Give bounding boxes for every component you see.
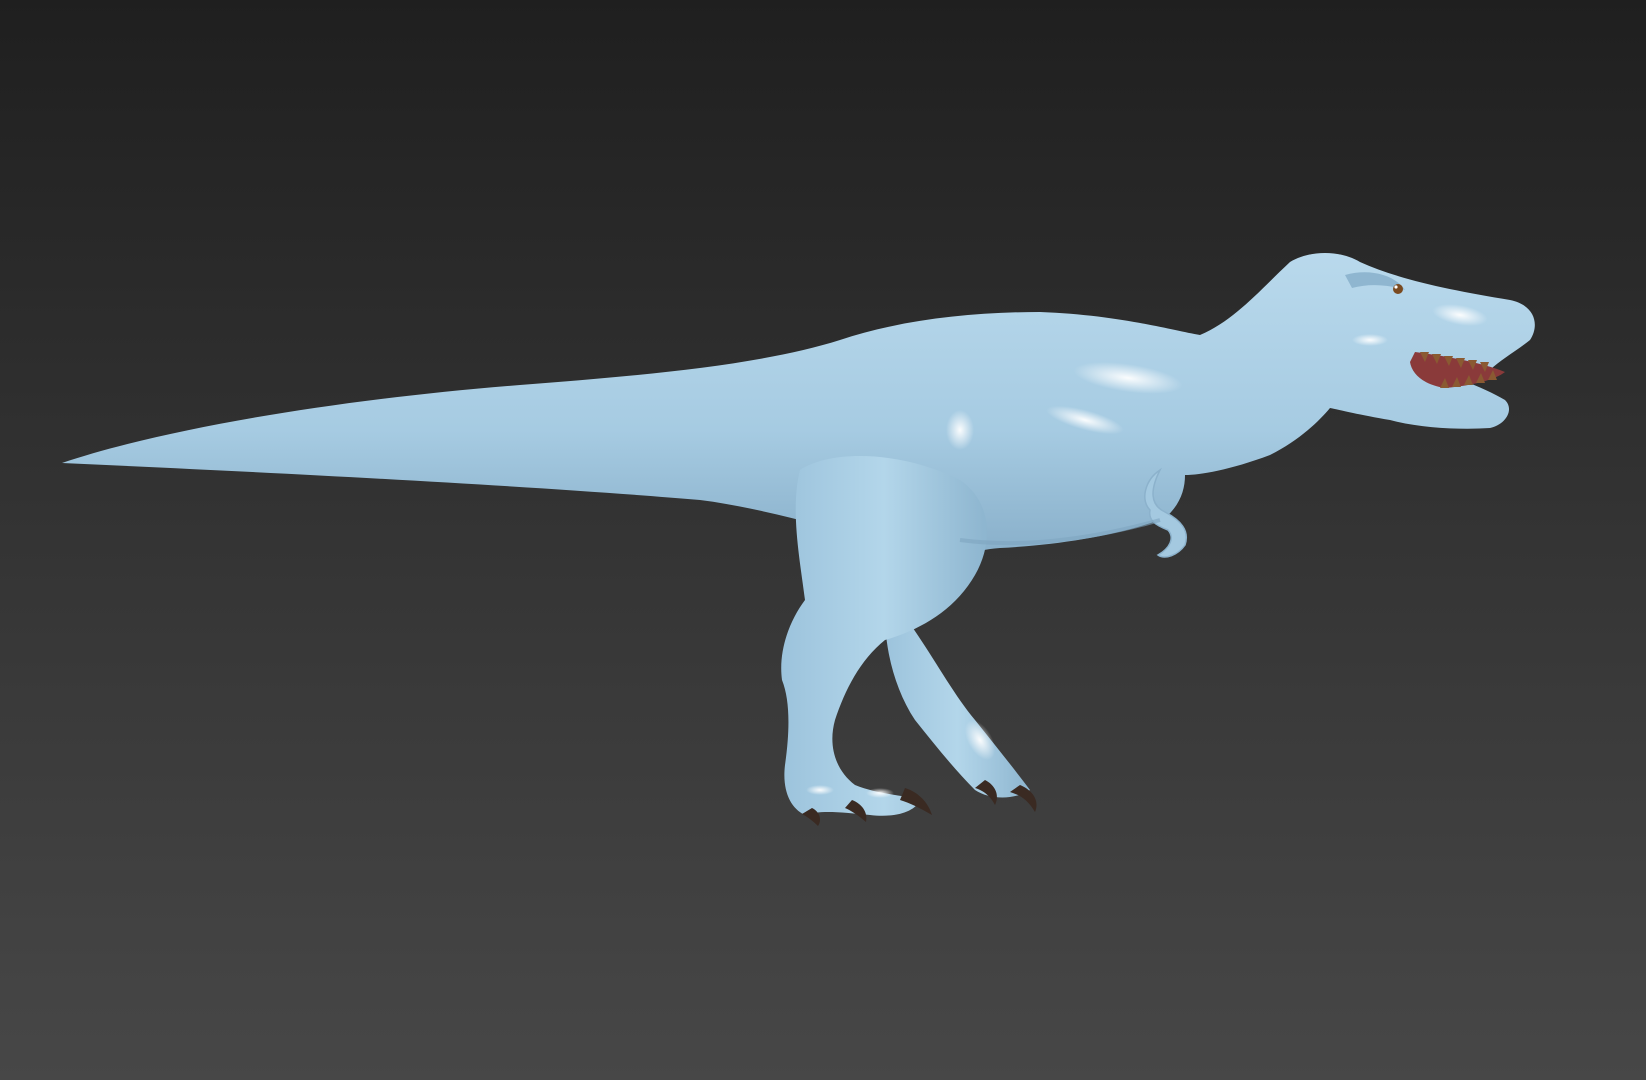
3d-viewport[interactable] bbox=[0, 0, 1646, 1080]
trex-model[interactable] bbox=[0, 0, 1646, 1080]
trex-eye bbox=[1393, 284, 1403, 294]
near-leg bbox=[781, 456, 987, 826]
far-leg bbox=[885, 610, 1037, 812]
